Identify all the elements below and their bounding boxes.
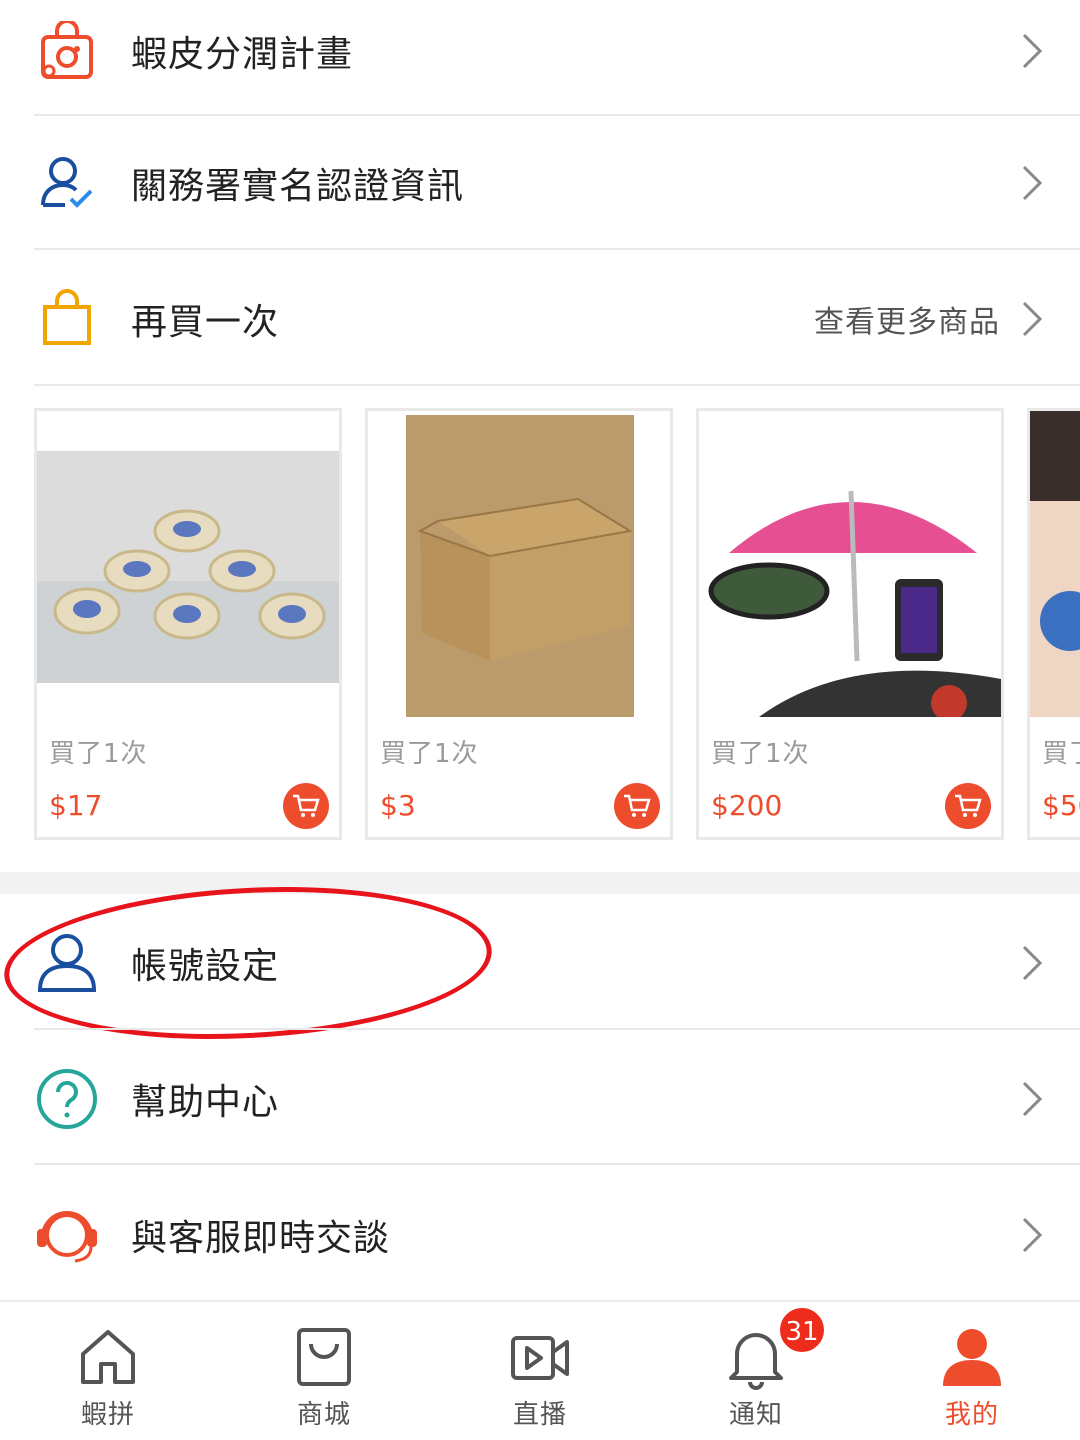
tab-mall[interactable]: 商城 [216,1302,432,1440]
chevron-right-icon [1022,301,1043,337]
divider [34,1028,1080,1030]
help-question-icon [34,1066,100,1132]
menu-row-customs-verification[interactable]: 關務署實名認證資訊 [0,116,1080,250]
cart-icon [293,794,320,817]
divider [34,248,1080,250]
tab-label: 蝦拼 [80,1400,135,1430]
tab-home[interactable]: 蝦拼 [0,1302,216,1440]
cart-icon [624,794,651,817]
divider [34,1163,1080,1165]
menu-label-affiliate: 蝦皮分潤計畫 [131,34,354,75]
person-icon [943,1329,1001,1386]
menu-row-customer-service-chat[interactable]: 與客服即時交談 [0,1168,1080,1302]
buy-again-carousel[interactable]: 買了1次 $17 買了1次 $3 買了1次 $200 買 $5 [0,386,1080,856]
menu-label-buy-again: 再買一次 [131,302,280,343]
mall-bag-icon [297,1328,351,1386]
product-price: $50 [1042,789,1080,822]
product-card[interactable]: 買了 $50 [1027,408,1080,840]
product-card[interactable]: 買了1次 $17 [34,408,342,840]
menu-label-customer-service-chat: 與客服即時交談 [131,1218,391,1259]
notification-count-badge: 31 [778,1306,826,1354]
menu-label-help-center: 幫助中心 [131,1082,280,1123]
tab-me[interactable]: 我的 [864,1302,1080,1440]
menu-row-affiliate[interactable]: 蝦皮分潤計畫 [0,0,1080,118]
chevron-right-icon [1022,1081,1043,1117]
bought-count: 買了 [1042,739,1080,769]
product-image-box [368,411,670,717]
product-price: $17 [49,789,103,822]
product-image-partial [1030,411,1080,717]
add-to-cart-button[interactable] [283,783,329,829]
bought-count: 買了1次 [49,739,148,769]
tab-label: 直播 [512,1400,567,1430]
menu-row-buy-again[interactable]: 再買一次 查看更多商品 [0,252,1080,386]
headset-icon [34,1202,100,1268]
view-more-products-link[interactable]: 查看更多商品 [814,297,1000,341]
product-image-tape [37,411,339,717]
product-image-umbrella-phone-holder [699,411,1001,717]
add-to-cart-button[interactable] [614,783,660,829]
user-verified-icon [34,150,100,216]
tab-notifications[interactable]: 31 通知 [648,1302,864,1440]
cart-icon [955,794,982,817]
product-card[interactable]: 買了1次 $200 [696,408,1004,840]
shopping-bag-icon [34,286,100,352]
menu-label-customs: 關務署實名認證資訊 [131,166,465,207]
product-price: $3 [380,789,416,822]
bottom-tab-bar: 蝦拼 商城 直播 31 通知 我的 [0,1300,1080,1440]
tab-live[interactable]: 直播 [432,1302,648,1440]
chevron-right-icon [1022,33,1043,69]
product-card[interactable]: 買了1次 $3 [365,408,673,840]
section-gap [0,872,1080,894]
product-price: $200 [711,789,783,822]
bought-count: 買了1次 [711,739,810,769]
tab-label: 商城 [296,1400,351,1430]
tab-label: 我的 [944,1400,999,1430]
chevron-right-icon [1022,1217,1043,1253]
shopping-bag-share-icon [34,18,100,84]
chevron-right-icon [1022,945,1043,981]
home-icon [81,1330,135,1384]
chevron-right-icon [1022,165,1043,201]
add-to-cart-button[interactable] [945,783,991,829]
tab-label: 通知 [728,1400,783,1430]
menu-row-help-center[interactable]: 幫助中心 [0,1032,1080,1166]
bought-count: 買了1次 [380,739,479,769]
live-video-icon [511,1336,569,1380]
